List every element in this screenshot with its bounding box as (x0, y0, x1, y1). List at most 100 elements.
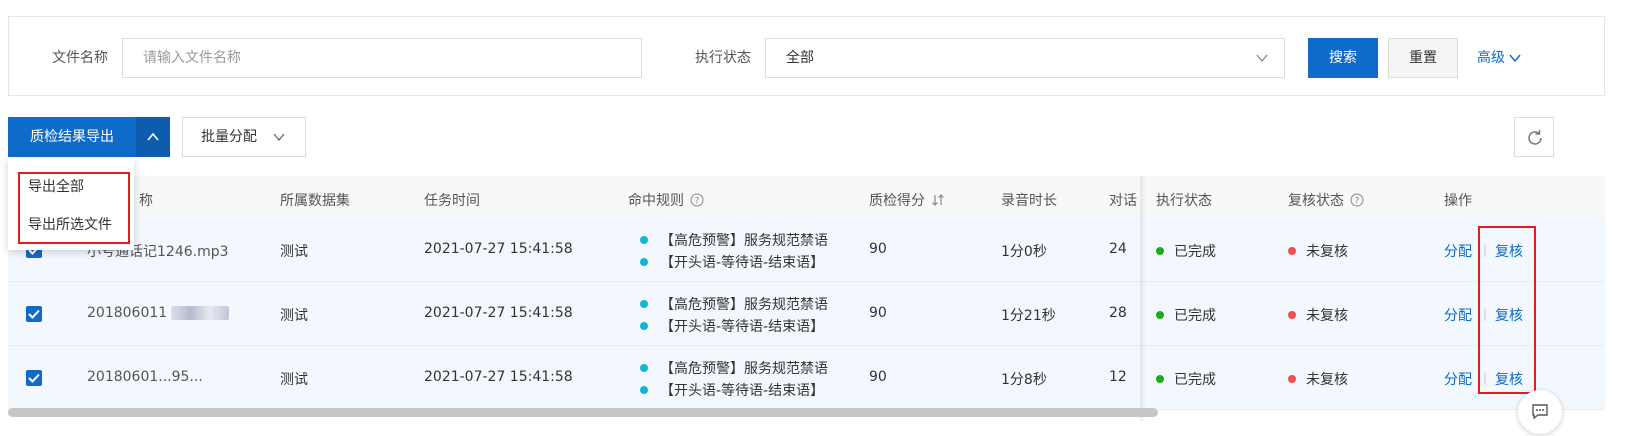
rule-item: 【高危预警】服务规范禁语 (640, 358, 828, 378)
exec-status-text: 已完成 (1174, 244, 1216, 260)
dataset: 测试 (280, 308, 308, 324)
file-name-input[interactable] (122, 38, 642, 78)
table-header: 称 所属数据集 任务时间 命中规则? 质检得分 录音时长 对话 执行状态 复核状… (8, 176, 1605, 224)
chevron-down-icon (1509, 54, 1521, 63)
header-exec-status: 执行状态 (1156, 193, 1212, 209)
file-name[interactable]: 20180601...95... (87, 369, 203, 385)
header-score[interactable]: 质检得分 (869, 190, 945, 210)
header-action: 操作 (1444, 193, 1472, 209)
row-checkbox[interactable] (26, 306, 42, 322)
results-table: 称 所属数据集 任务时间 命中规则? 质检得分 录音时长 对话 执行状态 复核状… (8, 176, 1605, 421)
header-score-label: 质检得分 (869, 193, 925, 209)
header-task-time: 任务时间 (424, 193, 480, 209)
rule-dot (640, 236, 648, 244)
redacted-mark (171, 306, 230, 320)
rule-item: 【开头语-等待语-结束语】 (640, 316, 824, 336)
file-name-label: 文件名称 (52, 50, 108, 66)
svg-text:?: ? (695, 197, 700, 207)
table-row[interactable]: 20180601...95... 测试 2021-07-27 15:41:58 … (8, 346, 1605, 410)
chevron-down-icon (273, 133, 285, 142)
task-time: 2021-07-27 15:41:58 (424, 369, 573, 385)
assign-link[interactable]: 分配 (1444, 305, 1472, 325)
header-review-status-label: 复核状态 (1288, 193, 1344, 209)
row-checkbox[interactable] (26, 370, 42, 386)
danger-dot (1288, 375, 1296, 383)
review-links-highlight (1478, 226, 1536, 394)
rule-dot (640, 300, 648, 308)
exec-status-text: 已完成 (1174, 308, 1216, 324)
chevron-down-icon (1256, 54, 1268, 63)
duration: 1分0秒 (1001, 244, 1047, 260)
advanced-toggle[interactable]: 高级 (1477, 47, 1521, 67)
table-row[interactable]: 201806011 测试 2021-07-27 15:41:58 【高危预警】服… (8, 282, 1605, 346)
help-icon[interactable]: ? (1350, 193, 1364, 207)
refresh-button[interactable] (1514, 117, 1554, 157)
reset-button[interactable]: 重置 (1388, 38, 1458, 78)
sort-icon[interactable] (931, 193, 945, 207)
score: 90 (869, 369, 887, 385)
dataset: 测试 (280, 244, 308, 260)
review-status-text: 未复核 (1306, 244, 1348, 260)
score: 90 (869, 241, 887, 257)
rule-item: 【高危预警】服务规范禁语 (640, 230, 828, 250)
review-status-text: 未复核 (1306, 372, 1348, 388)
success-dot (1156, 311, 1164, 319)
assign-link[interactable]: 分配 (1444, 241, 1472, 261)
rule-text: 【开头语-等待语-结束语】 (660, 383, 825, 399)
success-dot (1156, 247, 1164, 255)
header-rules-label: 命中规则 (628, 193, 684, 209)
rule-text: 【高危预警】服务规范禁语 (660, 297, 828, 313)
check-icon (28, 309, 40, 319)
export-menu-toggle[interactable] (136, 117, 170, 157)
task-time: 2021-07-27 15:41:58 (424, 241, 573, 257)
status-select[interactable]: 全部 (765, 38, 1285, 78)
review-status-text: 未复核 (1306, 308, 1348, 324)
batch-assign-button[interactable]: 批量分配 (182, 117, 306, 157)
check-icon (28, 373, 40, 383)
exec-status-text: 已完成 (1174, 372, 1216, 388)
rule-dot (640, 322, 648, 330)
horizontal-scrollbar[interactable] (8, 408, 1158, 417)
assign-link[interactable]: 分配 (1444, 369, 1472, 389)
danger-dot (1288, 311, 1296, 319)
rule-item: 【开头语-等待语-结束语】 (640, 252, 824, 272)
header-rules: 命中规则? (628, 190, 704, 210)
review-status: 未复核 (1288, 241, 1348, 261)
batch-assign-label: 批量分配 (201, 129, 257, 145)
score: 90 (869, 305, 887, 321)
rule-text: 【开头语-等待语-结束语】 (660, 255, 825, 271)
task-time: 2021-07-27 15:41:58 (424, 305, 573, 321)
rule-text: 【高危预警】服务规范禁语 (660, 233, 828, 249)
rule-item: 【开头语-等待语-结束语】 (640, 380, 824, 400)
header-review-status: 复核状态? (1288, 190, 1364, 210)
dropdown-highlight (18, 172, 130, 244)
header-duration: 录音时长 (1001, 193, 1057, 209)
table-row[interactable]: 小号通话记1246.mp3 测试 2021-07-27 15:41:58 【高危… (8, 218, 1605, 282)
refresh-icon (1528, 130, 1542, 145)
help-icon[interactable]: ? (690, 193, 704, 207)
exec-status: 已完成 (1156, 305, 1216, 325)
filter-panel: 文件名称 执行状态 全部 搜索 重置 高级 (8, 16, 1605, 96)
file-name[interactable]: 201806011 (87, 305, 230, 321)
file-name-text: 201806011 (87, 305, 168, 321)
rule-dot (640, 386, 648, 394)
rule-text: 【开头语-等待语-结束语】 (660, 319, 825, 335)
rule-item: 【高危预警】服务规范禁语 (640, 294, 828, 314)
chevron-up-icon (147, 132, 159, 141)
review-status: 未复核 (1288, 369, 1348, 389)
rule-dot (640, 364, 648, 372)
dataset: 测试 (280, 372, 308, 388)
chat-button[interactable] (1518, 390, 1562, 434)
status-select-value: 全部 (786, 50, 814, 66)
review-status: 未复核 (1288, 305, 1348, 325)
rule-dot (640, 258, 648, 266)
search-button[interactable]: 搜索 (1308, 38, 1378, 78)
header-name: 称 (139, 193, 153, 209)
dialog-count: 24 (1109, 241, 1127, 257)
dialog-count: 28 (1109, 305, 1127, 321)
success-dot (1156, 375, 1164, 383)
status-label: 执行状态 (695, 50, 751, 66)
header-dataset: 所属数据集 (280, 193, 350, 209)
dialog-count: 12 (1109, 369, 1127, 385)
export-results-button[interactable]: 质检结果导出 (8, 117, 136, 157)
